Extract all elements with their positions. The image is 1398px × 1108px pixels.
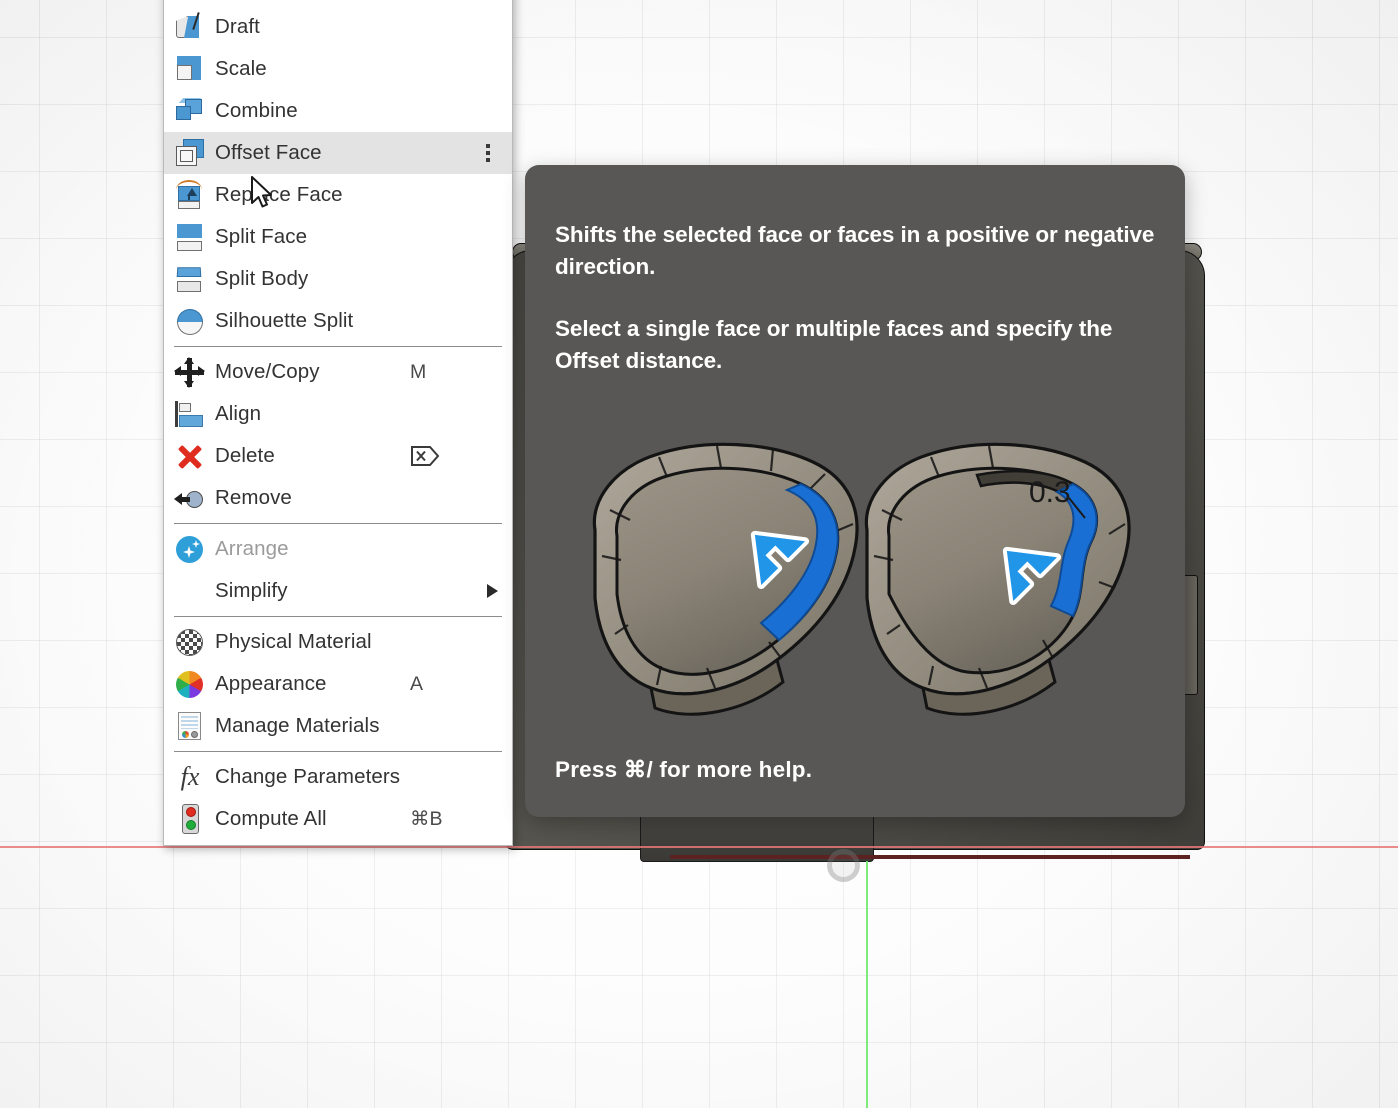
x-axis-line [0, 846, 1398, 848]
menu-item-label: Change Parameters [215, 765, 401, 788]
menu-item-scale[interactable]: Scale [164, 48, 512, 90]
remove-icon [174, 483, 206, 513]
tooltip-paragraph-1: Shifts the selected face or faces in a p… [555, 222, 1155, 279]
appearance-icon [174, 669, 206, 699]
menu-item-shortcut: A [410, 672, 424, 695]
menu-item-align[interactable]: Align [164, 393, 512, 435]
menu-separator [174, 523, 502, 524]
menu-item-split-face[interactable]: Split Face [164, 216, 512, 258]
split-body-icon [174, 264, 206, 294]
menu-item-silhouette-split[interactable]: Silhouette Split [164, 300, 512, 342]
delete-icon [174, 441, 206, 471]
menu-item-shortcut: M [410, 360, 427, 383]
menu-item-label: Silhouette Split [215, 309, 354, 332]
model-body-ground-edge [670, 855, 1190, 859]
y-axis-line [866, 861, 868, 1108]
combine-icon [174, 96, 206, 126]
more-options-icon[interactable] [486, 144, 490, 162]
menu-item-label: Draft [215, 15, 260, 38]
menu-item-arrange: Arrange [164, 528, 512, 570]
menu-item-label: Delete [215, 444, 275, 467]
menu-item-label: Manage Materials [215, 714, 380, 737]
menu-item-label: Arrange [215, 537, 289, 560]
menu-item-physical-material[interactable]: Physical Material [164, 621, 512, 663]
move-copy-icon [174, 357, 206, 388]
menu-item-remove[interactable]: Remove [164, 477, 512, 519]
align-icon [174, 399, 206, 429]
scale-icon [174, 54, 206, 84]
menu-separator [174, 616, 502, 617]
menu-item-change-parameters[interactable]: fx Change Parameters [164, 756, 512, 798]
menu-item-label: Offset Face [215, 141, 322, 164]
menu-item-label: Simplify [215, 579, 288, 602]
menu-item-label: Move/Copy [215, 360, 320, 383]
menu-item-draft[interactable]: Draft [164, 6, 512, 48]
menu-item-label: Split Face [215, 225, 308, 248]
origin-marker[interactable] [827, 849, 860, 882]
menu-item-simplify[interactable]: Simplify [164, 570, 512, 612]
menu-item-replace-face[interactable]: Replace Face [164, 174, 512, 216]
offset-face-tooltip: Shifts the selected face or faces in a p… [525, 165, 1185, 817]
menu-item-label: Remove [215, 486, 292, 509]
tooltip-footer: Press ⌘/ for more help. [555, 757, 813, 782]
forward-delete-key-icon [411, 446, 440, 466]
silhouette-split-icon [174, 306, 206, 336]
menu-item-label: Align [215, 402, 262, 425]
menu-item-label: Replace Face [215, 183, 343, 206]
dimension-label: 0.3 [1029, 476, 1071, 509]
arrange-icon [174, 534, 206, 564]
menu-item-compute-all[interactable]: Compute All ⌘B [164, 798, 512, 840]
menu-item-label: Physical Material [215, 630, 372, 653]
menu-item-move-copy[interactable]: Move/Copy M [164, 351, 512, 393]
replace-face-icon [174, 180, 206, 210]
illustration-part-before [592, 442, 859, 716]
menu-item-label: Appearance [215, 672, 327, 695]
menu-item-shortcut [410, 445, 498, 467]
draft-icon [174, 12, 206, 42]
menu-item-label: Scale [215, 57, 267, 80]
tooltip-paragraph-2: Select a single face or multiple faces a… [555, 315, 1113, 373]
menu-item-combine[interactable]: Combine [164, 90, 512, 132]
menu-item-label: Combine [215, 99, 298, 122]
menu-item-offset-face[interactable]: Offset Face [164, 132, 512, 174]
change-parameters-icon: fx [180, 762, 200, 791]
menu-separator [174, 346, 502, 347]
menu-separator [174, 751, 502, 752]
menu-item-appearance[interactable]: Appearance A [164, 663, 512, 705]
menu-item-label: Compute All [215, 807, 327, 830]
illustration-part-after: 0.3 [864, 442, 1131, 716]
modify-context-menu[interactable]: Shell Draft Scale Combine Offset Face Re… [163, 0, 513, 846]
offset-face-icon [174, 138, 206, 168]
manage-materials-icon [174, 711, 206, 741]
physical-material-icon [174, 627, 206, 657]
menu-item-shortcut: ⌘B [410, 808, 443, 830]
offset-face-illustration: 0.3 [592, 442, 1131, 716]
menu-item-label: Split Body [215, 267, 309, 290]
split-face-icon [174, 222, 206, 252]
menu-item-delete[interactable]: Delete [164, 435, 512, 477]
menu-item-manage-materials[interactable]: Manage Materials [164, 705, 512, 747]
compute-all-icon [174, 804, 206, 834]
chevron-right-icon [487, 584, 498, 598]
empty-icon [174, 576, 206, 606]
menu-item-split-body[interactable]: Split Body [164, 258, 512, 300]
